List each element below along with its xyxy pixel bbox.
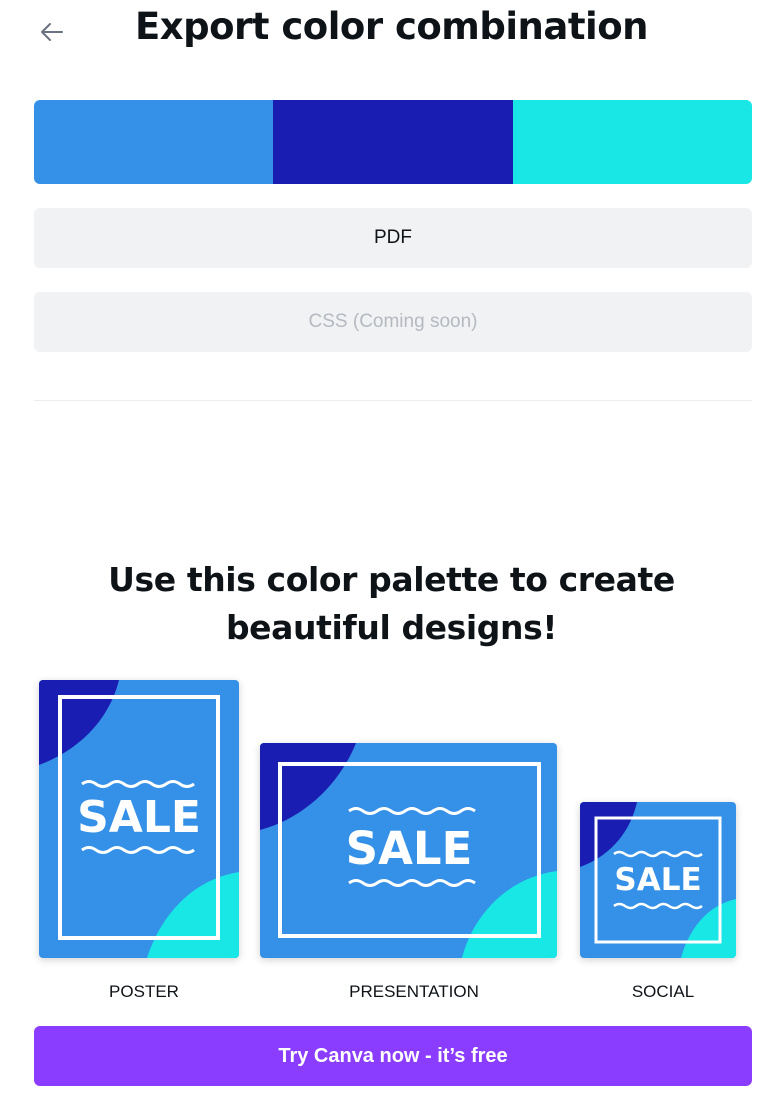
color-swatch-1[interactable]: [34, 100, 274, 184]
presentation-template[interactable]: SALE: [260, 743, 557, 958]
color-swatch-2[interactable]: [273, 100, 513, 184]
poster-template[interactable]: SALE: [39, 680, 239, 958]
promo-heading-line-1: Use this color palette to create: [108, 560, 675, 599]
presentation-label: PRESENTATION: [349, 982, 479, 1001]
promo-heading-line-2: beautiful designs!: [225, 608, 558, 647]
presentation-sale-graphic: SALE: [260, 743, 557, 958]
export-css-button: CSS (Coming soon): [34, 292, 752, 352]
color-swatch-3[interactable]: [512, 100, 752, 184]
divider: [34, 400, 752, 401]
promo-heading: Use this color palette to create beautif…: [0, 556, 783, 652]
social-sale-graphic: SALE: [580, 802, 736, 958]
try-canva-button[interactable]: Try Canva now - it’s free: [34, 1026, 752, 1086]
page-title: Export color combination: [135, 5, 648, 48]
poster-sale-text: SALE: [77, 792, 201, 843]
poster-label: POSTER: [109, 982, 179, 1001]
color-palette: [34, 100, 752, 184]
export-pdf-button[interactable]: PDF: [34, 208, 752, 268]
presentation-sale-text: SALE: [346, 822, 473, 875]
social-label: SOCIAL: [631, 982, 695, 1001]
social-sale-text: SALE: [614, 862, 701, 898]
social-template[interactable]: SALE: [580, 802, 736, 958]
poster-sale-graphic: SALE: [39, 680, 239, 958]
